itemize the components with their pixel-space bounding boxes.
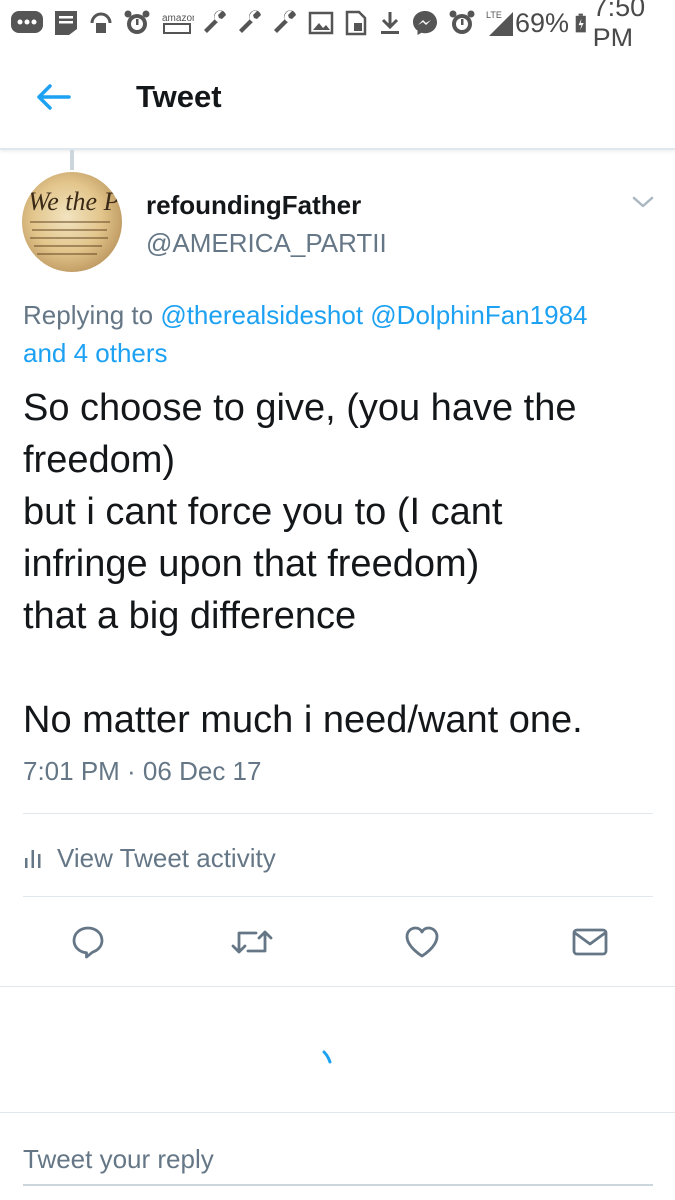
svg-text:LTE: LTE [486,10,502,20]
loading-spinner [322,1050,332,1064]
top-app-bar: Tweet [0,46,675,150]
divider [0,1112,675,1113]
alarm-icon [449,10,475,34]
page-title: Tweet [136,79,222,114]
back-button[interactable] [0,45,106,149]
mail-icon [572,928,608,956]
activity-label: View Tweet activity [57,842,276,873]
view-tweet-activity-link[interactable]: View Tweet activity [23,836,276,880]
tweet-timestamp: 7:01 PM · 06 Dec 17 [23,756,262,786]
screenshot-icon [345,10,367,36]
messages-icon [11,11,43,33]
mention-link[interactable]: @DolphinFan1984 [370,300,587,330]
divider [23,896,653,897]
reply-icon [72,926,104,959]
battery-percent: 69% [515,7,570,38]
wrench-icon [274,10,296,34]
tweet-actions [0,912,675,972]
like-button[interactable] [392,912,452,972]
tweet-text: So choose to give, (you have the freedom… [23,387,583,741]
mention-link[interactable]: @therealsideshot [160,300,363,330]
reply-input[interactable]: Tweet your reply [23,1134,653,1186]
status-bar: amazon LTE 69% 7:50 PM [0,0,675,53]
reply-placeholder: Tweet your reply [23,1143,214,1174]
retweet-button[interactable] [222,912,282,972]
image-icon [308,11,334,35]
divider [23,813,653,814]
constitution-avatar-image: We the Pe [28,187,122,255]
chevron-down-icon [632,196,654,208]
vpn-icon [90,12,112,33]
divider [0,986,675,987]
others-link[interactable]: and 4 others [23,338,168,368]
replying-to: Replying to @therealsideshot @DolphinFan… [23,296,653,372]
tweet-menu-button[interactable] [628,190,658,214]
author-name[interactable]: refoundingFather [146,190,361,221]
messenger-icon [413,11,437,35]
back-arrow-icon [37,84,71,110]
replying-prefix: Replying to [23,300,154,330]
share-via-mail-button[interactable] [560,912,620,972]
alarm-icon [124,10,150,34]
notes-icon [55,11,77,35]
download-icon [381,12,399,34]
retweet-icon [231,930,273,954]
amazon-icon: amazon [162,13,194,34]
heart-icon [405,926,439,958]
battery-charging-icon [575,13,586,33]
bar-chart-icon [25,850,41,868]
author-handle[interactable]: @AMERICA_PARTII [146,228,387,259]
wrench-icon [204,10,226,34]
thread-connector [70,150,74,170]
reply-button[interactable] [58,912,118,972]
notification-icons: amazon LTE [10,8,515,38]
avatar[interactable]: We the Pe [22,172,122,272]
svg-text:We the Pe: We the Pe [28,187,122,216]
lte-signal-icon: LTE [486,10,513,36]
svg-text:amazon: amazon [162,13,194,24]
wrench-icon [239,10,261,34]
